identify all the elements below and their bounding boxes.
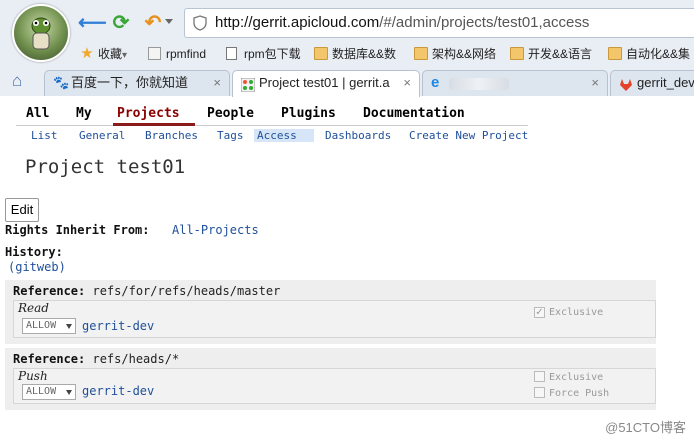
chevron-down-icon[interactable]: [165, 19, 173, 24]
shield-icon: [193, 15, 207, 31]
menu-all[interactable]: All: [26, 106, 49, 121]
tab-label: Project test01 | gerrit.a: [259, 75, 390, 90]
bookmark-folder-auto[interactable]: 自动化&&集: [608, 44, 690, 64]
submenu-dashboards[interactable]: Dashboards: [322, 129, 394, 142]
menu-projects[interactable]: Projects: [117, 106, 180, 121]
action-select[interactable]: ALLOW: [22, 384, 76, 400]
back-arrow-icon[interactable]: ⟵: [78, 12, 107, 34]
submenu-list[interactable]: List: [28, 129, 61, 142]
gitlab-icon: [619, 76, 633, 91]
rpmfind-icon: [148, 47, 161, 60]
exclusive-checkbox[interactable]: [534, 371, 545, 382]
bookmarks-bar: ★ 收藏▾ rpmfind rpm包下载 数据库&&数 架构&&网络 开发&&语言…: [76, 44, 694, 64]
star-icon: ★: [80, 45, 94, 62]
tab-gerrit-project[interactable]: Project test01 | gerrit.a ×: [232, 70, 420, 97]
group-link[interactable]: gerrit-dev: [82, 384, 154, 398]
page-title: Project test01: [25, 156, 186, 178]
undo-icon[interactable]: ↶: [142, 12, 164, 34]
exclusive-label: Exclusive: [549, 372, 604, 383]
ie-icon: e: [431, 74, 440, 91]
inherit-project-link[interactable]: All-Projects: [172, 223, 259, 237]
force-push-checkbox[interactable]: [534, 387, 545, 398]
force-push-label: Force Push: [549, 388, 610, 399]
reload-icon[interactable]: ⟳: [110, 12, 132, 34]
folder-icon: [314, 47, 328, 60]
menu-my[interactable]: My: [76, 106, 92, 121]
action-select[interactable]: ALLOW: [22, 318, 76, 334]
menu-plugins[interactable]: Plugins: [281, 106, 336, 121]
tab-gitlab[interactable]: gerrit_dev: [610, 70, 694, 96]
bookmark-favorites[interactable]: ★ 收藏▾: [80, 44, 127, 64]
reference-header: Reference: refs/for/refs/heads/master: [13, 284, 281, 298]
menu-divider: [16, 125, 528, 126]
submenu-access[interactable]: Access: [254, 129, 314, 142]
close-icon[interactable]: ×: [591, 71, 599, 95]
menu-documentation[interactable]: Documentation: [363, 106, 465, 121]
reference-header: Reference: refs/heads/*: [13, 352, 180, 366]
baidu-icon: 🐾: [53, 75, 70, 90]
bookmark-rpm-download[interactable]: rpm包下载: [226, 44, 301, 64]
tab-strip: ⌂ 🐾 百度一下，你就知道 × Project test01 | gerrit.…: [0, 66, 694, 97]
history-label: History:: [5, 245, 63, 259]
chevron-down-icon: [66, 390, 72, 395]
submenu-general[interactable]: General: [76, 129, 128, 142]
close-icon[interactable]: ×: [403, 71, 411, 95]
bookmark-rpmfind[interactable]: rpmfind: [148, 44, 206, 64]
gerrit-page: All My Projects People Plugins Documenta…: [0, 96, 694, 442]
folder-icon: [414, 47, 428, 60]
selected-menu-underline: [113, 123, 195, 126]
inherit-label: Rights Inherit From:: [5, 223, 150, 237]
tab-baidu[interactable]: 🐾 百度一下，你就知道 ×: [44, 70, 230, 96]
profile-avatar[interactable]: [12, 4, 70, 62]
bookmark-folder-db[interactable]: 数据库&&数: [314, 44, 396, 64]
url-text[interactable]: http://gerrit.apicloud.com/#/admin/proje…: [215, 14, 589, 31]
tab-label: 百度一下，你就知道: [71, 75, 189, 90]
document-icon: [226, 47, 237, 60]
menu-people[interactable]: People: [207, 106, 254, 121]
edit-button[interactable]: Edit: [5, 198, 39, 222]
bookmark-folder-arch[interactable]: 架构&&网络: [414, 44, 496, 64]
folder-icon: [608, 47, 622, 60]
permission-read: Read ALLOW gerrit-dev ✓ Exclusive: [13, 300, 656, 338]
frog-figure-icon: [31, 17, 51, 50]
browser-chrome: ⟵ ⟳ ↶ http://gerrit.apicloud.com/#/admin…: [0, 0, 694, 97]
watermark: @51CTO博客: [605, 420, 686, 435]
permission-name: Read: [18, 301, 49, 315]
submenu-tags[interactable]: Tags: [214, 129, 247, 142]
reference-section: Reference: refs/for/refs/heads/master Re…: [5, 280, 656, 344]
exclusive-label: Exclusive: [549, 307, 604, 318]
home-icon[interactable]: ⌂: [12, 72, 32, 90]
chevron-down-icon: [66, 324, 72, 329]
address-bar[interactable]: http://gerrit.apicloud.com/#/admin/proje…: [184, 8, 694, 38]
bookmark-folder-dev[interactable]: 开发&&语言: [510, 44, 592, 64]
blurred-tab-title: [449, 77, 509, 90]
tab-ie[interactable]: e ×: [422, 70, 608, 96]
gerrit-icon: [240, 76, 256, 93]
reference-section: Reference: refs/heads/* Push ALLOW gerri…: [5, 348, 656, 410]
group-link[interactable]: gerrit-dev: [82, 319, 154, 333]
permission-name: Push: [18, 369, 48, 383]
gitweb-link[interactable]: (gitweb): [8, 260, 66, 274]
submenu-create-new-project[interactable]: Create New Project: [406, 129, 531, 142]
permission-push: Push ALLOW gerrit-dev Exclusive Force Pu…: [13, 368, 656, 404]
folder-icon: [510, 47, 524, 60]
tab-label: gerrit_dev: [637, 75, 694, 90]
submenu-branches[interactable]: Branches: [142, 129, 201, 142]
close-icon[interactable]: ×: [213, 71, 221, 95]
exclusive-checkbox[interactable]: ✓: [534, 307, 545, 318]
